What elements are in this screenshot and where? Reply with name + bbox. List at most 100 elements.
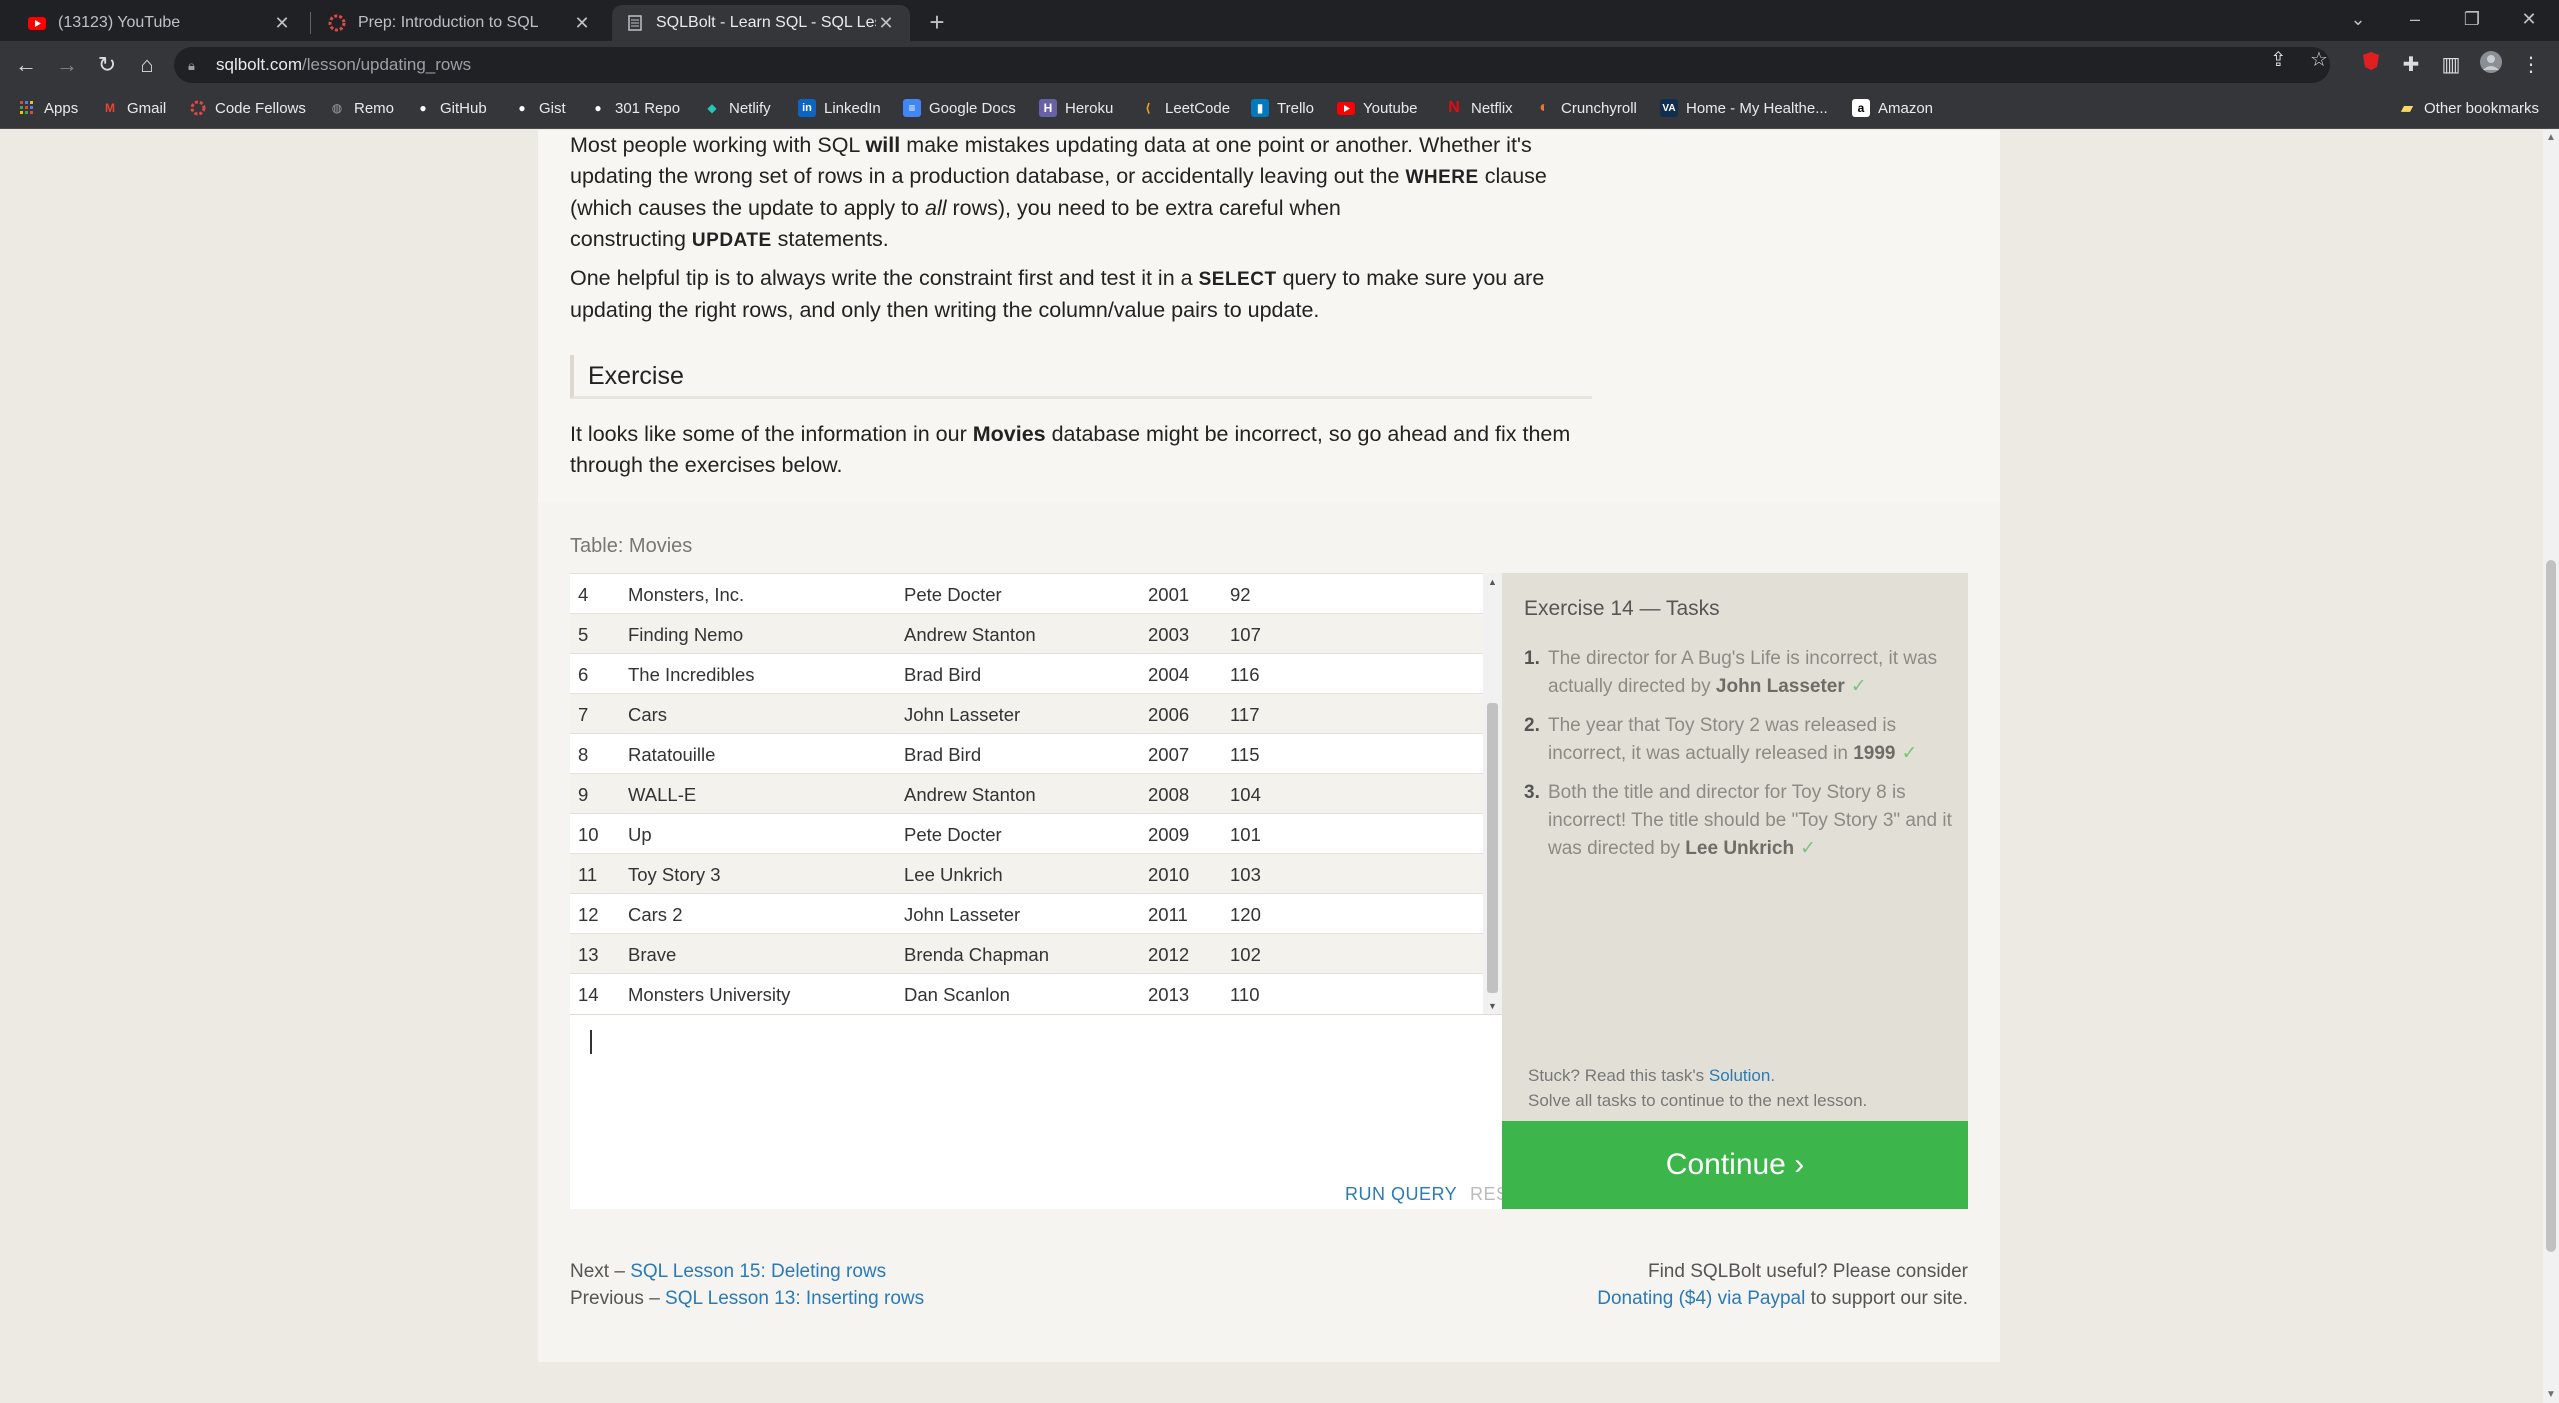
table-cell-director: Pete Docter	[904, 824, 1002, 845]
table-cell-director: Andrew Stanton	[904, 784, 1036, 805]
bookmark-youtube[interactable]: Youtube	[1337, 99, 1418, 117]
tab-prep-intro-sql[interactable]: Prep: Introduction to SQL ✕	[314, 5, 606, 41]
bookmark-star-icon[interactable]: ☆	[2310, 47, 2328, 72]
previous-lesson-link[interactable]: SQL Lesson 13: Inserting rows	[665, 1288, 924, 1309]
solution-link[interactable]: Solution	[1709, 1066, 1770, 1085]
bookmark-label: Netlify	[729, 99, 771, 117]
bookmark-label: Remo	[354, 99, 395, 117]
bookmark-gmail[interactable]: M Gmail	[101, 99, 166, 117]
table-cell-id: 11	[578, 864, 598, 885]
bookmark-gist[interactable]: ● Gist	[513, 99, 565, 117]
bookmark-linkedin[interactable]: in LinkedIn	[798, 99, 881, 117]
table-cell-length: 92	[1230, 584, 1251, 605]
new-tab-button[interactable]: +	[922, 8, 952, 38]
bookmark-google-docs[interactable]: ≡ Google Docs	[903, 99, 1016, 117]
scroll-up-icon[interactable]: ▲	[1483, 573, 1502, 591]
tab-youtube[interactable]: (13123) YouTube ✕	[14, 5, 306, 41]
bookmark-leetcode[interactable]: ⟨ LeetCode	[1139, 99, 1230, 117]
bookmark-netflix[interactable]: N Netflix	[1445, 99, 1512, 117]
table-cell-length: 101	[1230, 824, 1261, 845]
youtube-icon	[1337, 99, 1355, 117]
table-cell-title: WALL-E	[628, 784, 697, 805]
table-cell-title: The Incredibles	[628, 664, 755, 685]
bookmarks-bar: Apps M Gmail Code Fellows ◍ Remo ● GitHub ●…	[0, 89, 2559, 129]
table-row: 5 Finding Nemo Andrew Stanton 2003 107	[570, 613, 1483, 653]
table-scrollbar[interactable]: ▲ ▼	[1483, 573, 1502, 1014]
table-cell-director: Brenda Chapman	[904, 944, 1050, 965]
reload-icon[interactable]: ↻	[92, 50, 122, 80]
table-cell-title: Toy Story 3	[628, 864, 721, 885]
table-row: 6 The Incredibles Brad Bird 2004 116	[570, 653, 1483, 693]
bookmark-netlify[interactable]: ◆ Netlify	[703, 99, 771, 117]
tab-search-icon[interactable]: ⌄	[2338, 4, 2378, 34]
bookmark-amazon[interactable]: a Amazon	[1852, 99, 1933, 117]
other-bookmarks-folder[interactable]: ▰ Other bookmarks	[2398, 99, 2539, 118]
apps-grid-icon	[18, 99, 36, 117]
bookmark-code-fellows[interactable]: Code Fellows	[189, 99, 306, 117]
scroll-down-icon[interactable]: ▼	[2543, 1387, 2559, 1403]
bookmark-trello[interactable]: ▮ Trello	[1251, 99, 1314, 117]
task-number: 2.	[1524, 715, 1540, 736]
bookmark-heroku[interactable]: H Heroku	[1039, 99, 1113, 117]
table-cell-length: 107	[1230, 624, 1261, 645]
url-path: /lesson/updating_rows	[301, 55, 472, 74]
scroll-down-icon[interactable]: ▼	[1483, 997, 1502, 1014]
ublock-extension-icon[interactable]	[2356, 50, 2386, 80]
table-scrollbar-thumb[interactable]	[1487, 703, 1498, 993]
donate-link[interactable]: Donating ($4) via Paypal	[1597, 1288, 1805, 1309]
window-close-icon[interactable]: ✕	[2509, 4, 2549, 34]
movies-table[interactable]: 4 Monsters, Inc. Pete Docter 2001 92 5 Finding…	[570, 573, 1502, 1015]
table-row: 7 Cars John Lasseter 2006 117	[570, 693, 1483, 733]
back-arrow-icon[interactable]: ←	[11, 50, 41, 80]
bookmark-crunchyroll[interactable]: ◐ Crunchyroll	[1535, 99, 1637, 117]
forward-arrow-icon[interactable]: →	[52, 50, 82, 80]
trello-icon: ▮	[1251, 99, 1269, 117]
remo-icon: ◍	[331, 101, 343, 115]
table-cell-id: 8	[578, 744, 589, 765]
avatar[interactable]	[2476, 50, 2506, 80]
bookmark-label: Gmail	[127, 99, 167, 117]
task-item: 3. Both the title and director for Toy S…	[1524, 779, 1954, 863]
run-query-button[interactable]: RUN QUERY	[1345, 1184, 1457, 1205]
page-scrollbar[interactable]: ▲ ▼	[2543, 130, 2559, 1403]
home-icon[interactable]: ⌂	[132, 50, 162, 80]
table-label: Table: Movies	[570, 535, 693, 557]
bookmark-github[interactable]: ● GitHub	[414, 99, 486, 117]
google-docs-icon: ≡	[903, 99, 921, 117]
table-row: 9 WALL-E Andrew Stanton 2008 104	[570, 773, 1483, 813]
bookmark-label: Crunchyroll	[1561, 99, 1637, 117]
tab-sqlbolt[interactable]: SQLBolt - Learn SQL - SQL Lesso ✕	[612, 5, 910, 41]
solve-all-hint: Solve all tasks to continue to the next …	[1528, 1091, 1868, 1110]
support-note: Find SQLBolt useful? Please consider Don…	[1597, 1261, 1968, 1309]
query-input[interactable]: RUN QUERY RESET	[570, 1016, 1532, 1209]
bookmark-label: Code Fellows	[215, 99, 306, 117]
table-cell-id: 12	[578, 904, 599, 925]
minimize-icon[interactable]: –	[2395, 4, 2435, 34]
extensions-puzzle-icon[interactable]: ✚	[2396, 50, 2426, 80]
tasks-title: Exercise 14 — Tasks	[1524, 597, 1720, 620]
bookmark-301-repo[interactable]: ● 301 Repo	[589, 99, 680, 117]
bookmark-va-health[interactable]: VA Home - My Healthe...	[1660, 99, 1828, 117]
share-icon[interactable]: ⇪	[2270, 47, 2287, 72]
code-fellows-icon	[328, 14, 346, 32]
table-cell-id: 6	[578, 664, 589, 685]
kebab-menu-icon[interactable]: ⋮	[2516, 50, 2546, 80]
bookmark-apps[interactable]: Apps	[18, 99, 78, 117]
continue-button[interactable]: Continue ›	[1502, 1121, 1968, 1209]
bookmark-remo[interactable]: ◍ Remo	[328, 99, 394, 117]
next-lesson-link[interactable]: SQL Lesson 15: Deleting rows	[630, 1261, 886, 1282]
restore-icon[interactable]: ❐	[2452, 4, 2492, 34]
table-cell-year: 2012	[1148, 944, 1190, 965]
close-icon[interactable]: ✕	[876, 13, 896, 34]
table-cell-title: Monsters University	[628, 984, 791, 1005]
bookmark-label: Heroku	[1065, 99, 1114, 117]
page-scrollbar-thumb[interactable]	[2546, 560, 2556, 1252]
close-icon[interactable]: ✕	[272, 13, 292, 34]
scroll-up-icon[interactable]: ▲	[2543, 130, 2559, 146]
close-icon[interactable]: ✕	[572, 13, 592, 34]
table-cell-director: Lee Unkrich	[904, 864, 1003, 885]
address-bar[interactable]: 🔒︎ sqlbolt.com/lesson/updating_rows	[174, 47, 2330, 83]
lesson-paragraph-tip: One helpful tip is to always write the c…	[570, 266, 1545, 322]
side-panel-icon[interactable]: ▥	[2436, 50, 2466, 80]
stuck-hint: Stuck? Read this task's Solution. Solve …	[1528, 1066, 1868, 1110]
